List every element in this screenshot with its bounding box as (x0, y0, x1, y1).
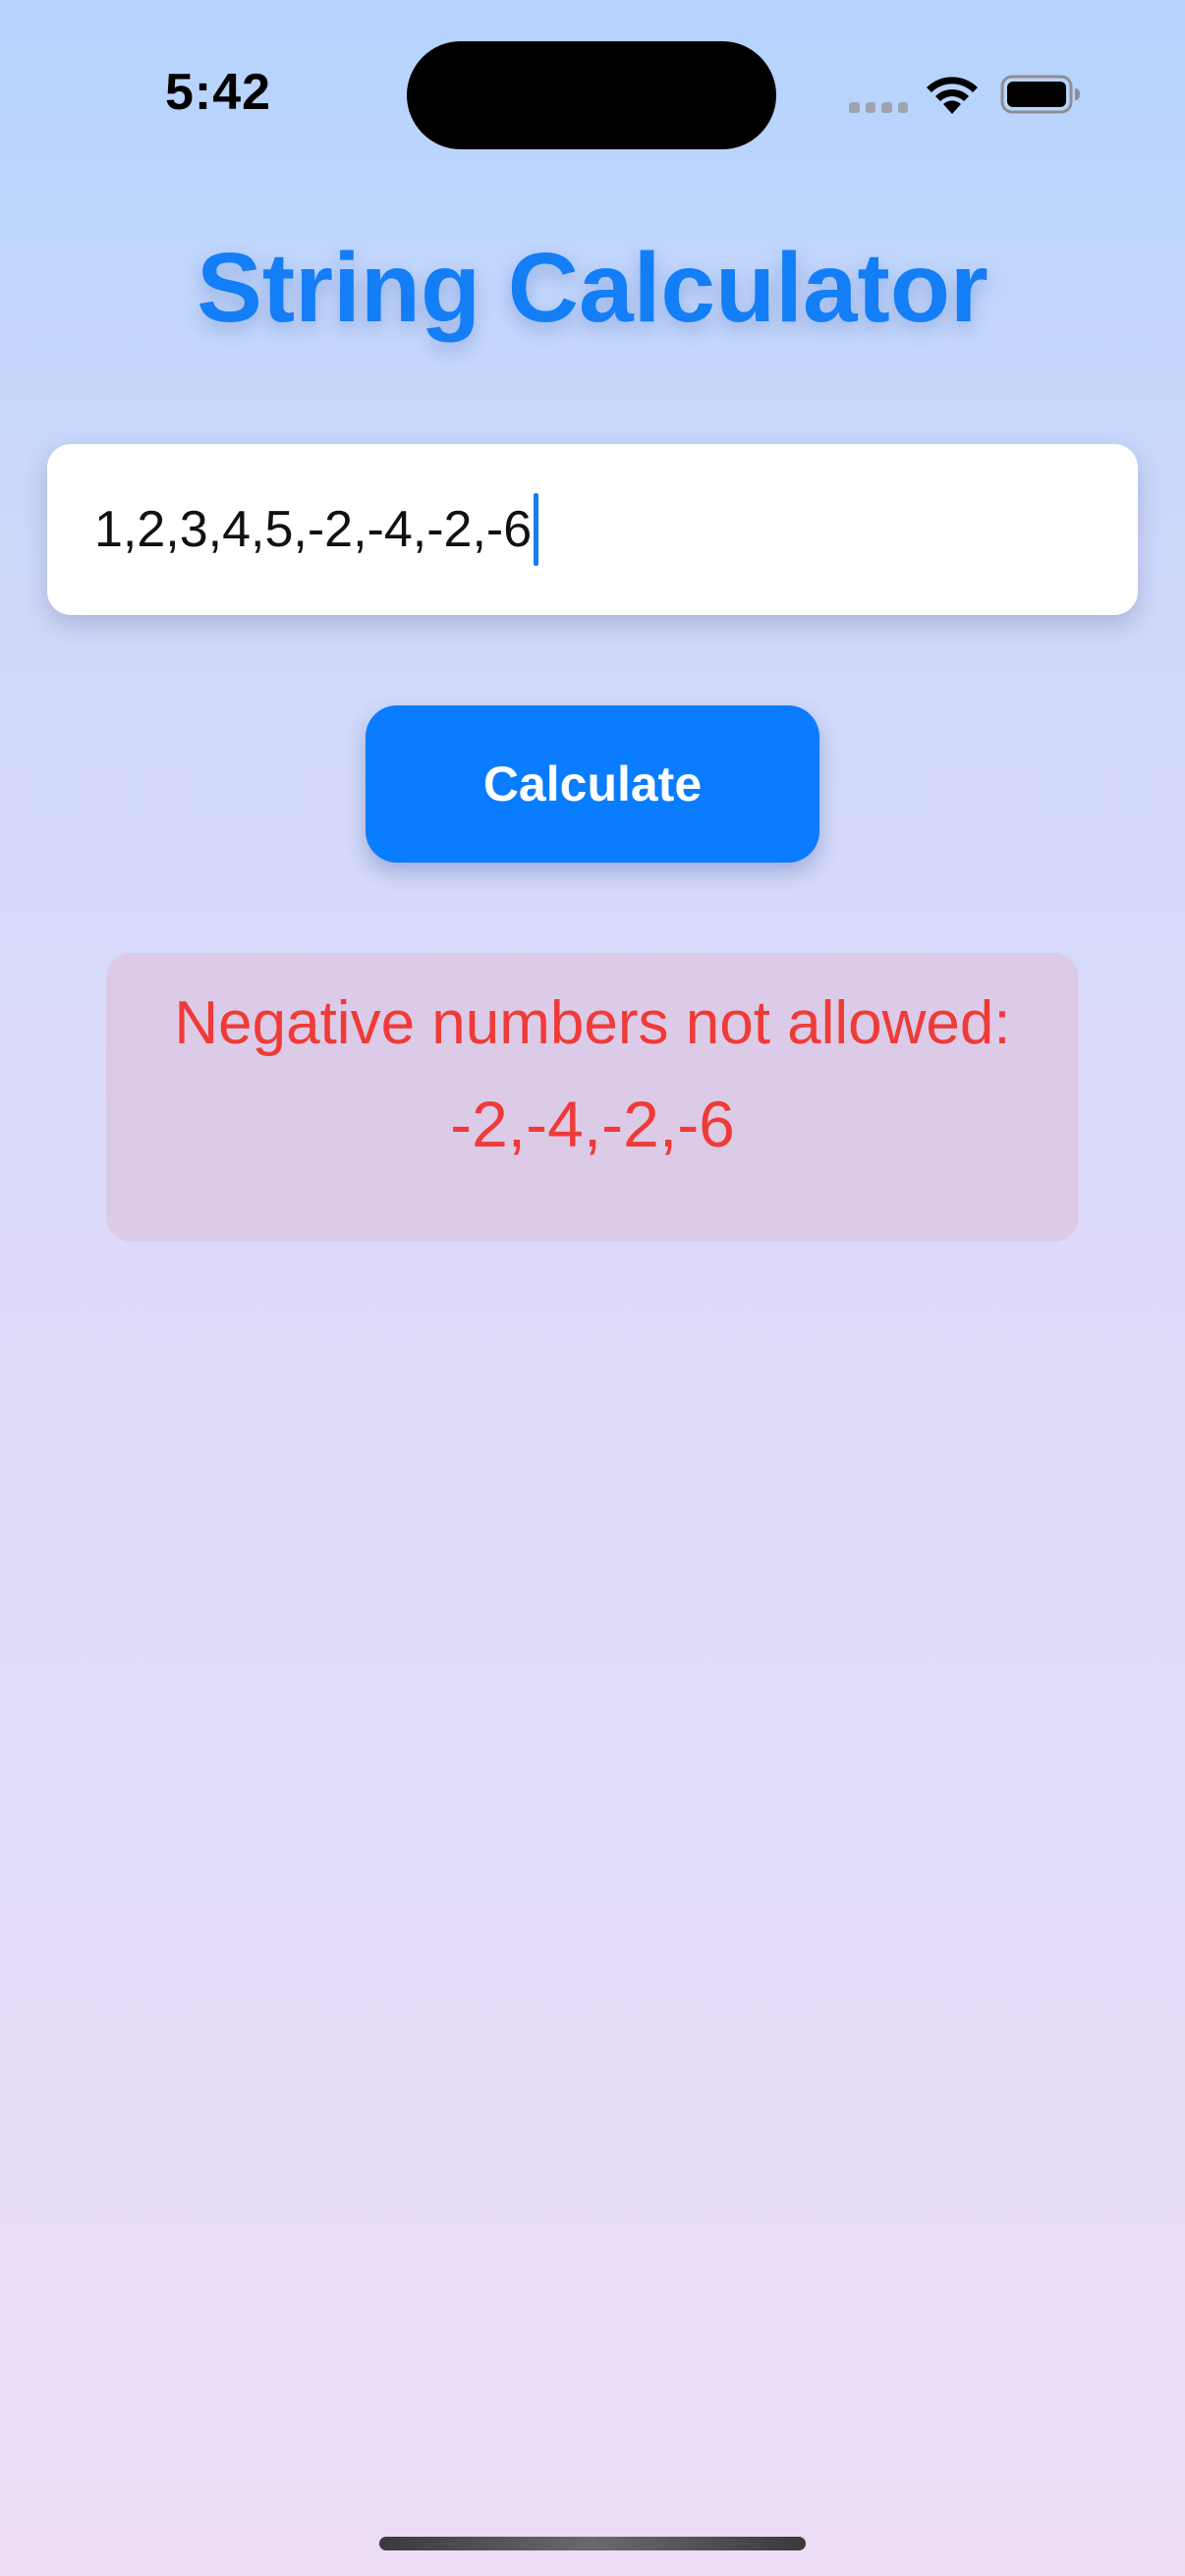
page-title: String Calculator (197, 233, 988, 343)
status-bar: 5:42 (0, 0, 1185, 196)
error-message-text: Negative numbers not allowed: (174, 989, 1011, 1057)
calculate-button-label: Calculate (482, 756, 703, 812)
numbers-input[interactable]: 1,2,3,4,5,-2,-4,-2,-6 (47, 444, 1138, 615)
numbers-input-value: 1,2,3,4,5,-2,-4,-2,-6 (94, 501, 533, 558)
calculate-button[interactable]: Calculate (366, 705, 819, 863)
text-caret (534, 493, 539, 566)
cellular-dots-icon (849, 102, 908, 114)
error-message-box: Negative numbers not allowed: -2,-4,-2,-… (106, 953, 1079, 1242)
home-indicator[interactable] (379, 2537, 806, 2550)
wifi-icon (927, 77, 978, 114)
dynamic-island (407, 41, 776, 149)
battery-icon (1000, 75, 1080, 114)
error-negative-numbers: -2,-4,-2,-6 (450, 1088, 735, 1160)
numbers-input-text[interactable]: 1,2,3,4,5,-2,-4,-2,-6 (94, 493, 539, 566)
status-time: 5:42 (165, 64, 272, 121)
